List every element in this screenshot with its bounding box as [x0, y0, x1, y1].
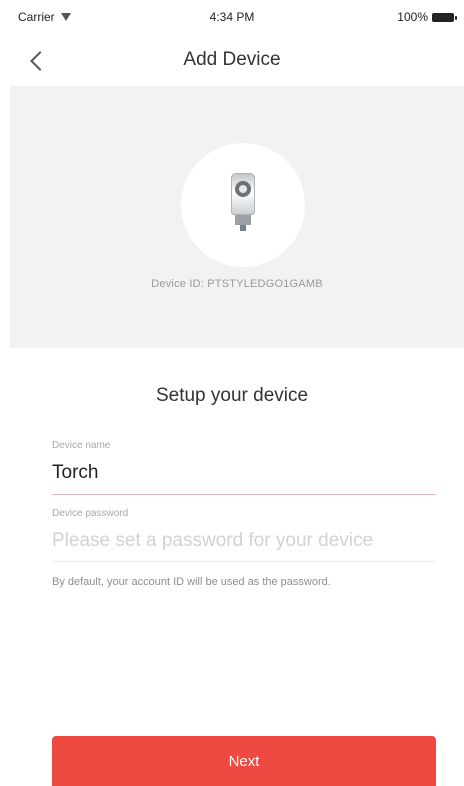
nav-bar: Add Device	[0, 40, 464, 82]
device-id-text: Device ID: PTSTYLEDGO1GAMB	[151, 278, 323, 290]
device-password-underline	[52, 561, 436, 562]
radiator-valve-device-icon	[229, 173, 257, 233]
status-time: 4:34 PM	[209, 10, 255, 24]
device-password-label: Device password	[52, 508, 129, 519]
device-name-input[interactable]	[52, 458, 436, 488]
device-image-circle	[181, 143, 305, 267]
next-button[interactable]: Next	[52, 736, 436, 786]
device-name-underline	[52, 494, 436, 495]
status-battery: 100%	[397, 10, 457, 24]
page-title: Add Device	[183, 49, 281, 70]
battery-icon	[432, 12, 457, 22]
device-panel: Device ID: PTSTYLEDGO1GAMB	[10, 86, 464, 348]
status-bar: Carrier 4:34 PM 100%	[0, 0, 464, 40]
battery-percent: 100%	[397, 10, 428, 24]
password-hint: By default, your account ID will be used…	[52, 576, 331, 588]
device-name-label: Device name	[52, 440, 111, 451]
setup-title: Setup your device	[155, 385, 309, 406]
device-password-input[interactable]	[52, 526, 436, 556]
